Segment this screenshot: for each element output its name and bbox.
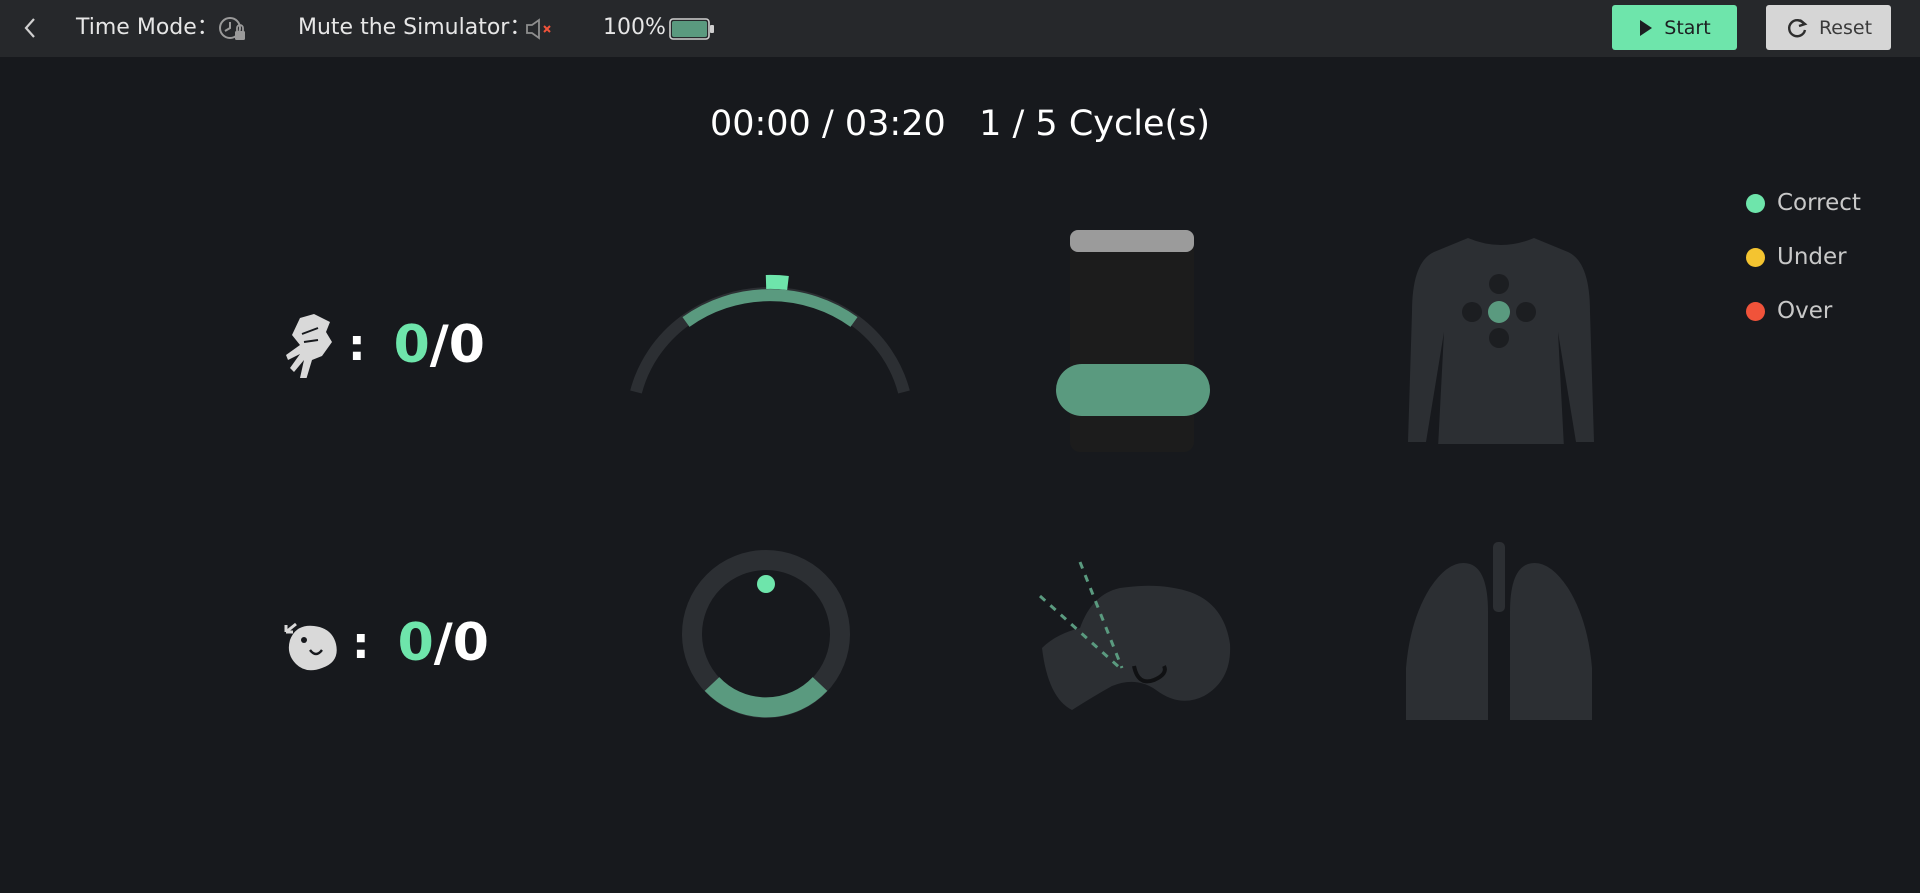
compression-colon: :	[348, 319, 366, 371]
position-dot-center	[1488, 301, 1510, 323]
ring-target-zone	[704, 676, 828, 718]
speaker-muted-icon[interactable]	[525, 18, 555, 44]
legend-item-over: Over	[1746, 284, 1861, 338]
play-icon	[1640, 19, 1653, 36]
chevron-left-icon	[24, 18, 35, 38]
start-button[interactable]: Start	[1612, 5, 1737, 50]
hands-compression-icon	[286, 314, 332, 378]
start-button-label: Start	[1664, 16, 1711, 39]
position-dot-bottom	[1489, 328, 1509, 348]
depth-indicator	[1056, 364, 1210, 416]
position-dot-left	[1462, 302, 1482, 322]
clock-lock-icon[interactable]	[218, 15, 248, 47]
left-lung	[1406, 563, 1488, 720]
under-dot	[1746, 247, 1765, 267]
rescue-breath-icon	[284, 622, 337, 671]
refresh-icon	[1787, 18, 1808, 37]
elapsed-time: 00:00 / 03:20	[709, 104, 946, 144]
correct-dot	[1746, 193, 1765, 213]
mute-simulator-label: Mute the Simulator：	[298, 15, 532, 40]
legend-item-correct: Correct	[1746, 176, 1861, 230]
legend: Correct Under Over	[1746, 176, 1861, 338]
session-timer: 00:00 / 03:20 1 / 5 Cycle(s)	[0, 104, 1920, 144]
depth-top-marker	[1070, 230, 1194, 252]
head-silhouette	[1042, 585, 1231, 710]
right-lung	[1510, 563, 1592, 720]
reset-button[interactable]: Reset	[1766, 5, 1891, 50]
compression-correct-count: 0	[393, 315, 430, 375]
compression-rate-gauge	[630, 274, 910, 394]
ventilation-correct-count: 0	[397, 613, 434, 673]
head-tilt-indicator	[1038, 561, 1231, 710]
ventilation-colon: :	[352, 617, 370, 669]
ventilation-total-count: /0	[433, 613, 489, 673]
trachea	[1493, 542, 1505, 612]
ventilation-stat: : 0 /0	[280, 608, 489, 678]
battery-percent: 100%	[603, 15, 666, 40]
over-dot	[1746, 301, 1765, 321]
compression-total-count: /0	[429, 315, 485, 375]
legend-label: Correct	[1777, 190, 1861, 216]
battery-icon	[669, 18, 715, 44]
gauge-needle-marker	[765, 274, 789, 290]
compression-stat: : 0 /0	[280, 310, 485, 380]
back-button[interactable]	[16, 14, 44, 42]
reset-button-label: Reset	[1818, 16, 1873, 39]
ventilation-volume-ring	[682, 550, 850, 718]
time-mode-label: Time Mode：	[76, 15, 219, 40]
legend-item-under: Under	[1746, 230, 1861, 284]
lungs-inflation	[1406, 542, 1592, 720]
ring-indicator	[757, 575, 775, 593]
top-bar: Time Mode： Mute the Simulator： 100% Star…	[0, 0, 1920, 57]
cycle-counter: 1 / 5 Cycle(s)	[979, 104, 1211, 144]
position-dot-top	[1489, 274, 1509, 294]
torso-hand-position	[1408, 238, 1594, 444]
legend-label: Under	[1777, 244, 1847, 270]
compression-depth-bar	[1056, 230, 1210, 452]
legend-label: Over	[1777, 298, 1833, 324]
gauge-track	[630, 287, 910, 394]
position-dot-right	[1516, 302, 1536, 322]
